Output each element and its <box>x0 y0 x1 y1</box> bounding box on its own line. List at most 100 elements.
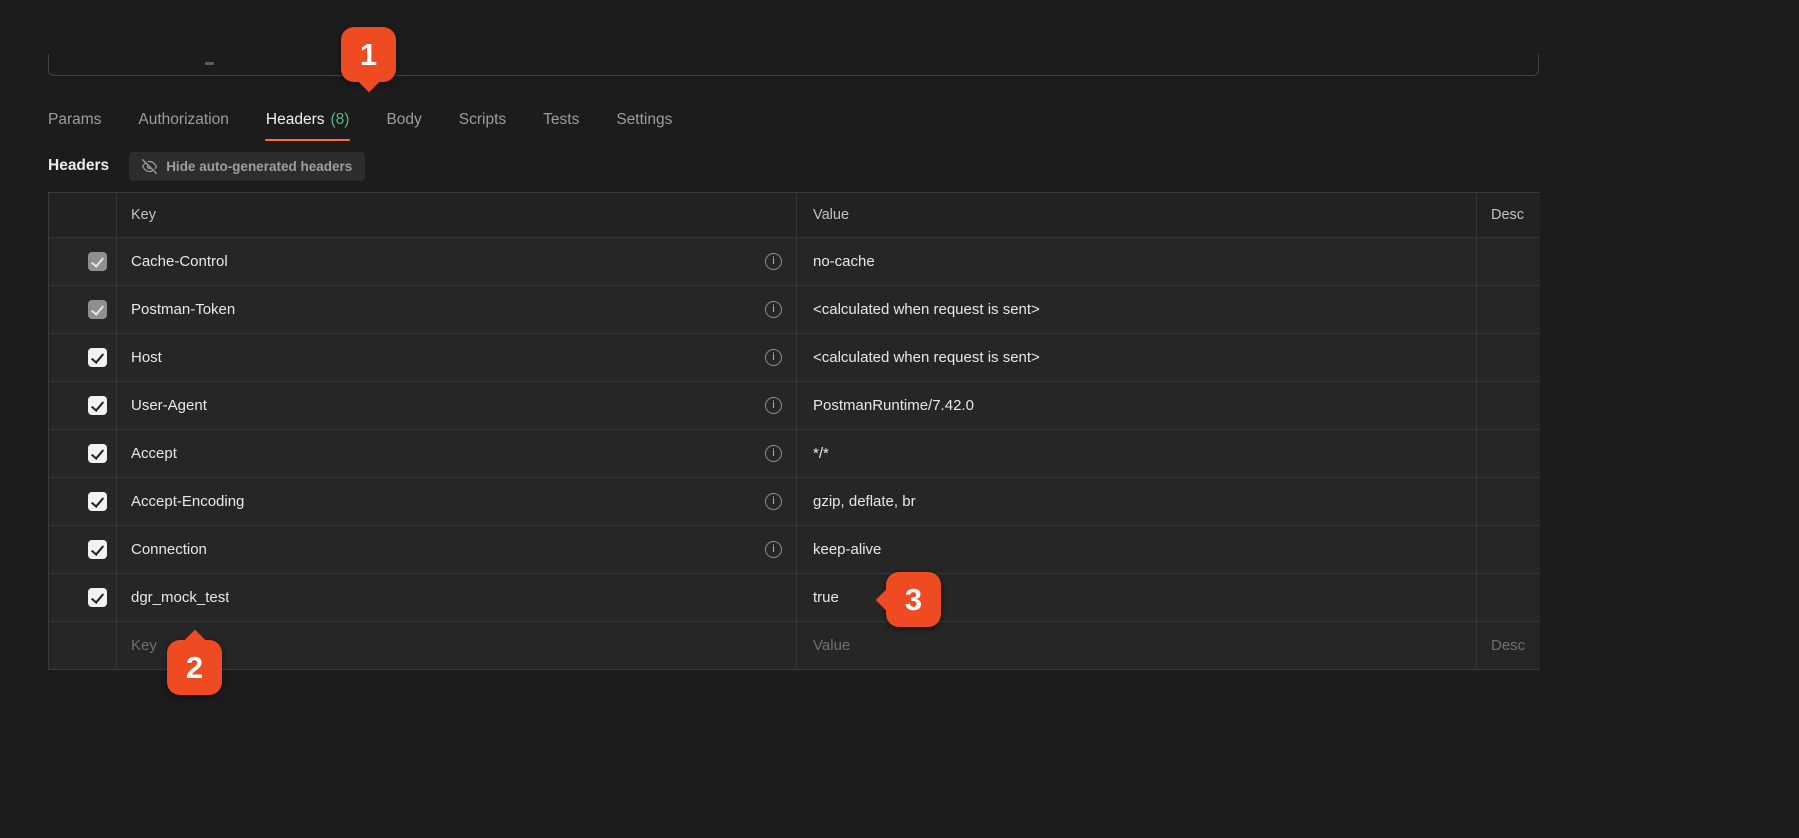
header-row-postman-token: Postman-Token i <calculated when request… <box>49 285 1540 333</box>
info-icon[interactable]: i <box>765 397 782 414</box>
key-cell[interactable]: Host i <box>117 334 797 381</box>
tab-headers[interactable]: Headers (8) <box>266 100 350 140</box>
value-cell[interactable]: no-cache <box>797 238 1477 285</box>
value-cell[interactable]: <calculated when request is sent> <box>797 334 1477 381</box>
headers-section-head: Headers Hide auto-generated headers <box>48 150 365 182</box>
description-cell[interactable] <box>1477 238 1540 285</box>
column-header-description: Desc <box>1477 193 1540 237</box>
checkbox-cell <box>49 526 117 573</box>
tab-body[interactable]: Body <box>386 100 421 140</box>
tab-scripts-label: Scripts <box>459 111 506 129</box>
description-cell[interactable] <box>1477 526 1540 573</box>
header-key-text: Connection <box>131 541 207 558</box>
row-enabled-checkbox[interactable] <box>88 540 107 559</box>
info-icon[interactable]: i <box>765 253 782 270</box>
header-row-connection: Connection i keep-alive <box>49 525 1540 573</box>
tab-scripts[interactable]: Scripts <box>459 100 506 140</box>
value-cell[interactable]: <calculated when request is sent> <box>797 286 1477 333</box>
value-placeholder: Value <box>813 637 850 654</box>
tab-authorization-label: Authorization <box>138 111 228 129</box>
description-cell[interactable] <box>1477 286 1540 333</box>
eye-off-icon <box>142 159 157 174</box>
header-row-cache-control: Cache-Control i no-cache <box>49 237 1540 285</box>
description-placeholder: Desc <box>1491 637 1525 654</box>
column-header-value: Value <box>797 193 1477 237</box>
checkbox-cell <box>49 238 117 285</box>
hide-autogenerated-headers-button[interactable]: Hide auto-generated headers <box>129 152 365 181</box>
checkbox-cell <box>49 382 117 429</box>
header-row-dgr-mock-test: dgr_mock_test i true <box>49 573 1540 621</box>
tab-params-label: Params <box>48 111 101 129</box>
key-cell[interactable]: User-Agent i <box>117 382 797 429</box>
key-cell[interactable]: Postman-Token i <box>117 286 797 333</box>
annotation-badge-3: 3 <box>886 572 941 627</box>
info-icon[interactable]: i <box>765 445 782 462</box>
checkbox-cell <box>49 622 117 669</box>
tab-tests-label: Tests <box>543 111 579 129</box>
tab-params[interactable]: Params <box>48 100 101 140</box>
info-icon[interactable]: i <box>765 541 782 558</box>
new-value-input[interactable]: Value <box>797 622 1477 669</box>
header-value-text: PostmanRuntime/7.42.0 <box>813 397 974 414</box>
header-value-text: gzip, deflate, br <box>813 493 916 510</box>
header-key-text: Accept-Encoding <box>131 493 244 510</box>
request-editor-pane: Params Authorization Headers (8) Body Sc… <box>0 0 1799 838</box>
key-cell[interactable]: Accept-Encoding i <box>117 478 797 525</box>
header-key-text: Postman-Token <box>131 301 235 318</box>
row-enabled-checkbox[interactable] <box>88 444 107 463</box>
value-cell[interactable]: */* <box>797 430 1477 477</box>
description-cell[interactable] <box>1477 382 1540 429</box>
row-enabled-checkbox[interactable] <box>88 588 107 607</box>
header-value-text: */* <box>813 445 829 462</box>
description-cell[interactable] <box>1477 430 1540 477</box>
url-input-remnant[interactable] <box>48 54 1539 76</box>
headers-section-title: Headers <box>48 157 109 175</box>
header-key-text: Accept <box>131 445 177 462</box>
headers-table: Key Value Desc Cache-Control i no-cache … <box>48 192 1540 670</box>
description-cell[interactable] <box>1477 574 1540 621</box>
annotation-badge-2: 2 <box>167 640 222 695</box>
info-icon[interactable]: i <box>765 349 782 366</box>
annotation-badge-1-number: 1 <box>360 37 377 73</box>
column-header-key: Key <box>117 193 797 237</box>
new-header-row: Key Value Desc <box>49 621 1540 669</box>
annotation-badge-1: 1 <box>341 27 396 82</box>
description-cell[interactable] <box>1477 478 1540 525</box>
tab-tests[interactable]: Tests <box>543 100 579 140</box>
tab-settings-label: Settings <box>616 111 672 129</box>
row-enabled-checkbox[interactable] <box>88 300 107 319</box>
tab-body-label: Body <box>386 111 421 129</box>
tab-settings[interactable]: Settings <box>616 100 672 140</box>
header-value-text: keep-alive <box>813 541 881 558</box>
header-value-text: <calculated when request is sent> <box>813 301 1040 318</box>
header-key-text: User-Agent <box>131 397 207 414</box>
header-value-text: <calculated when request is sent> <box>813 349 1040 366</box>
info-icon[interactable]: i <box>765 493 782 510</box>
active-tab-indicator <box>265 139 351 142</box>
description-cell[interactable] <box>1477 334 1540 381</box>
key-cell[interactable]: Accept i <box>117 430 797 477</box>
key-cell[interactable]: Connection i <box>117 526 797 573</box>
header-value-text: no-cache <box>813 253 875 270</box>
tab-authorization[interactable]: Authorization <box>138 100 228 140</box>
url-text-remnant <box>205 62 214 65</box>
row-enabled-checkbox[interactable] <box>88 492 107 511</box>
info-icon[interactable]: i <box>765 301 782 318</box>
row-enabled-checkbox[interactable] <box>88 348 107 367</box>
key-placeholder: Key <box>131 637 157 654</box>
header-row-host: Host i <calculated when request is sent> <box>49 333 1540 381</box>
header-row-accept: Accept i */* <box>49 429 1540 477</box>
table-header-row: Key Value Desc <box>49 193 1540 237</box>
header-key-text: Cache-Control <box>131 253 228 270</box>
annotation-badge-2-number: 2 <box>186 650 203 686</box>
row-enabled-checkbox[interactable] <box>88 396 107 415</box>
row-enabled-checkbox[interactable] <box>88 252 107 271</box>
key-cell[interactable]: Cache-Control i <box>117 238 797 285</box>
value-cell[interactable]: gzip, deflate, br <box>797 478 1477 525</box>
header-key-text: Host <box>131 349 162 366</box>
checkbox-cell <box>49 478 117 525</box>
new-description-input[interactable]: Desc <box>1477 622 1540 669</box>
value-cell[interactable]: PostmanRuntime/7.42.0 <box>797 382 1477 429</box>
key-cell[interactable]: dgr_mock_test i <box>117 574 797 621</box>
value-cell[interactable]: keep-alive <box>797 526 1477 573</box>
